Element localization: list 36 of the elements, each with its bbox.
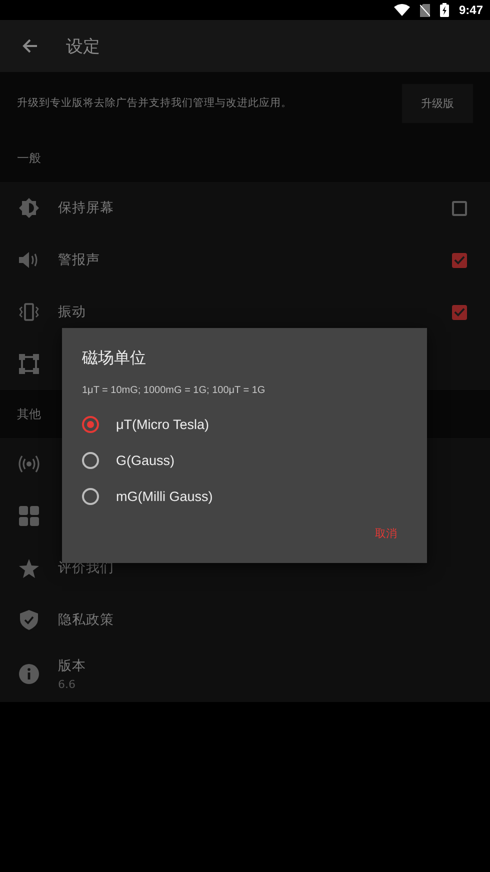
radio-button[interactable]: [82, 488, 99, 504]
section-header: 其他: [17, 406, 41, 422]
setting-label: 版本: [58, 657, 86, 675]
no-sim-icon: [420, 4, 430, 16]
setting-label: 警报声: [58, 251, 100, 269]
dialog-title: 磁场单位: [82, 348, 146, 369]
setting-label: 保持屏幕: [58, 199, 114, 217]
setting-value: 6.6: [58, 678, 76, 691]
speaker-icon: [19, 252, 39, 268]
dialog-message: 1μT = 10mG; 1000mG = 1G; 100μT = 1G: [82, 385, 266, 396]
brightness-icon: [19, 198, 39, 218]
option-label[interactable]: G(Gauss): [116, 452, 175, 468]
section-header: 一般: [17, 150, 41, 166]
option-label[interactable]: mG(Milli Gauss): [116, 488, 213, 504]
back-arrow-icon[interactable]: [22, 38, 38, 54]
checkbox[interactable]: [452, 304, 467, 320]
shield-check-icon: [20, 610, 38, 630]
frame-icon: [19, 354, 39, 374]
checkbox[interactable]: [452, 252, 467, 268]
radio-button[interactable]: [82, 452, 99, 468]
screen-title: 设定: [66, 36, 100, 58]
radio-button[interactable]: [82, 416, 99, 432]
upgrade-button[interactable]: 升级版: [402, 84, 473, 122]
upgrade-message: 升级到专业版将去除广告并支持我们管理与改进此应用。: [17, 96, 292, 110]
checkbox[interactable]: [452, 200, 467, 216]
star-icon: [19, 558, 39, 578]
wifi-icon: [394, 4, 410, 16]
info-icon: [19, 664, 39, 684]
setting-label: 隐私政策: [58, 611, 114, 629]
vibrate-icon: [19, 303, 39, 321]
setting-label: 振动: [58, 303, 86, 321]
battery-icon: [440, 3, 449, 17]
grid-icon: [19, 506, 39, 526]
status-time: 9:47: [458, 3, 483, 17]
broadcast-icon: [18, 455, 40, 473]
option-label[interactable]: μT(Micro Tesla): [116, 416, 210, 432]
